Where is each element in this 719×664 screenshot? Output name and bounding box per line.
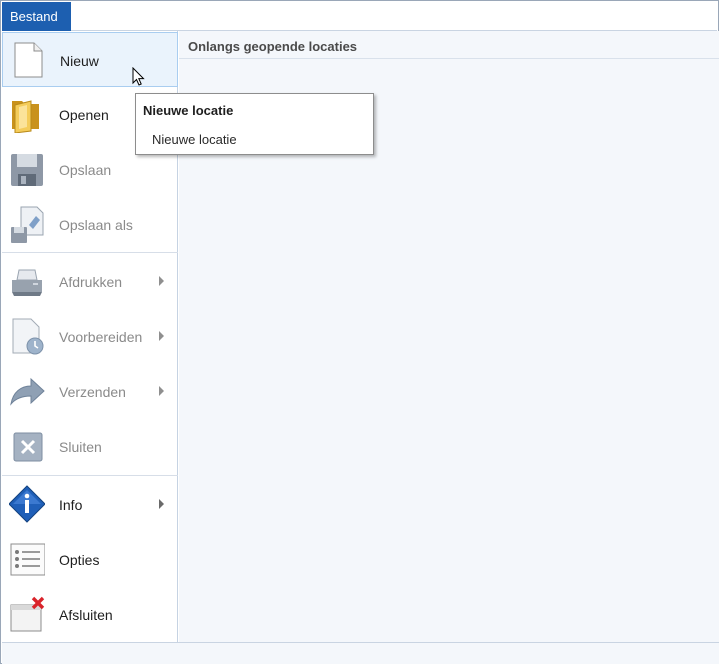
prepare-document-icon (12, 318, 44, 355)
menu-item-label: Verzenden (59, 384, 126, 400)
close-document-icon (13, 432, 43, 462)
menu-item-label: Opties (59, 552, 100, 568)
send-arrow-icon (10, 377, 45, 406)
menu-item-label: Afsluiten (59, 607, 113, 623)
file-tab[interactable]: Bestand (2, 2, 71, 31)
menu-item-info[interactable]: Info (2, 477, 178, 532)
exit-window-icon (10, 596, 45, 632)
menu-item-label: Info (59, 497, 83, 513)
menu-item-new[interactable]: Nieuw (2, 32, 178, 87)
tooltip-popup: Nieuwe locatie Nieuwe locatie (135, 93, 374, 155)
menu-item-label: Opslaan (59, 162, 112, 178)
info-icon (9, 485, 45, 523)
open-folder-icon (12, 100, 39, 133)
application-window: Bestand Nieuw Openen Opslaan Opslaan als… (0, 0, 719, 664)
recent-locations-title: Onlangs geopende locaties (188, 39, 358, 54)
menu-item-label: Nieuw (60, 53, 99, 69)
menu-item-prepare[interactable]: Voorbereiden (2, 309, 178, 364)
tooltip-title: Nieuwe locatie (143, 103, 234, 118)
menu-item-close[interactable]: Sluiten (2, 419, 178, 474)
menu-item-label: Openen (59, 107, 109, 123)
menu-item-label: Afdrukken (59, 274, 123, 290)
floppy-disk-icon (11, 154, 43, 186)
tooltip-body: Nieuwe locatie (152, 132, 237, 147)
menu-separator (2, 475, 178, 476)
menu-item-options[interactable]: Opties (2, 532, 178, 587)
submenu-arrow-icon (159, 276, 164, 286)
submenu-arrow-icon (159, 386, 164, 396)
title-divider (179, 58, 719, 59)
menu-item-label: Voorbereiden (59, 329, 143, 345)
options-list-icon (10, 543, 45, 576)
menu-separator (2, 252, 178, 253)
mouse-cursor-icon (132, 67, 145, 86)
menu-item-save-as[interactable]: Opslaan als (2, 197, 178, 252)
save-as-icon (11, 206, 44, 243)
printer-icon (12, 269, 42, 296)
submenu-arrow-icon (159, 499, 164, 509)
menu-item-label: Sluiten (59, 439, 102, 455)
new-document-icon (14, 42, 43, 78)
menu-item-exit[interactable]: Afsluiten (2, 587, 178, 642)
ribbon-tab-strip (71, 2, 717, 31)
menu-item-print[interactable]: Afdrukken (2, 254, 178, 309)
status-bar (2, 642, 719, 664)
menu-item-send[interactable]: Verzenden (2, 364, 178, 419)
menu-item-label: Opslaan als (59, 217, 133, 233)
submenu-arrow-icon (159, 331, 164, 341)
